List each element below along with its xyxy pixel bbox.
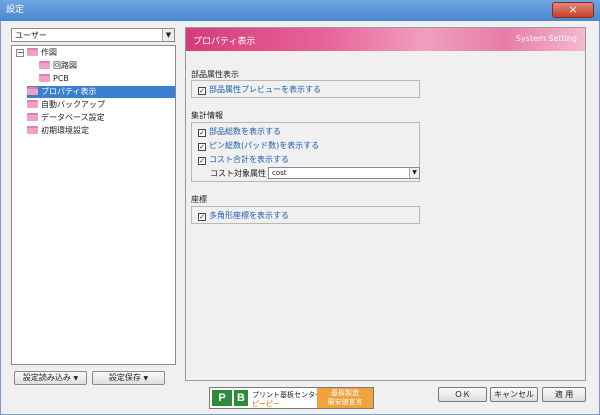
tree-item-label: データベース設定 — [41, 113, 105, 122]
panel-header: プロパティ表示 System Setting — [186, 28, 585, 51]
check-part-attribute-preview[interactable]: ✓ 部品属性プレビューを表示する — [198, 84, 321, 95]
tree-item-pcb[interactable]: PCB — [39, 73, 73, 85]
section-label-summary: 集計情報 — [191, 111, 223, 120]
folder-icon — [27, 100, 38, 108]
folder-icon — [39, 61, 50, 69]
check-label: 部品総数を表示する — [209, 127, 281, 136]
folder-icon — [27, 113, 38, 121]
check-total-pins[interactable]: ✓ ピン総数(パッド数)を表示する — [198, 140, 319, 151]
checkbox-icon[interactable]: ✓ — [198, 157, 206, 165]
check-total-cost[interactable]: ✓ コスト合計を表示する — [198, 154, 289, 165]
check-label: 部品属性プレビューを表示する — [209, 85, 321, 94]
check-label: コスト合計を表示する — [209, 155, 289, 164]
cost-attribute-value: cost — [272, 169, 287, 177]
tree-item-label: 初期環境設定 — [41, 126, 89, 135]
settings-tree: − 作図 回路図 PCB プロパティ表示 自動バックアップ データベース設定 初… — [11, 45, 176, 365]
tree-item-label: プロパティ表示 — [41, 87, 97, 96]
cancel-button[interactable]: キャンセル — [490, 387, 538, 402]
checkbox-icon[interactable]: ✓ — [198, 129, 206, 137]
promo-line-1: 基板製造 — [331, 389, 359, 397]
folder-icon — [27, 87, 38, 95]
checkbox-icon[interactable]: ✓ — [198, 213, 206, 221]
section-label-part-attributes: 部品属性表示 — [191, 70, 239, 79]
ok-button[interactable]: ＯＫ — [438, 387, 487, 402]
checkbox-icon[interactable]: ✓ — [198, 143, 206, 151]
tree-item-schematic[interactable]: 回路図 — [39, 60, 81, 72]
close-icon: × — [568, 3, 578, 16]
tree-item-label: 回路図 — [53, 61, 77, 70]
folder-icon — [39, 74, 50, 82]
logo-promo: 基板製造 最安値宣言 — [317, 388, 373, 408]
tree-item-label: 作図 — [41, 48, 57, 57]
save-settings-label: 設定保存 — [108, 373, 141, 382]
chevron-down-icon: ▼ — [143, 375, 149, 382]
folder-icon — [27, 126, 38, 134]
tree-item-database-settings[interactable]: データベース設定 — [27, 112, 109, 124]
checkbox-icon[interactable]: ✓ — [198, 87, 206, 95]
chevron-down-icon[interactable]: ▼ — [409, 168, 419, 178]
groupbox-summary: ✓ 部品総数を表示する ✓ ピン総数(パッド数)を表示する ✓ コスト合計を表示する … — [191, 122, 420, 182]
save-settings-button[interactable]: 設定保存 ▼ — [92, 371, 165, 385]
title-bar: 設定 × — [0, 0, 600, 21]
page-title: プロパティ表示 — [193, 37, 256, 47]
settings-window: ユーザー ▼ − 作図 回路図 PCB プロパティ表示 自動バックアップ データ… — [0, 21, 600, 415]
tree-item-label: 自動バックアップ — [41, 100, 105, 109]
user-scope-value: ユーザー — [15, 31, 47, 40]
logo-letter-b: B — [234, 390, 248, 406]
property-display-panel: プロパティ表示 System Setting 部品属性表示 ✓ 部品属性プレビュー… — [185, 27, 586, 381]
check-polygon-coordinates[interactable]: ✓ 多角形座標を表示する — [198, 210, 289, 221]
apply-button[interactable]: 適 用 — [542, 387, 586, 402]
load-settings-button[interactable]: 設定読み込み ▼ — [14, 371, 87, 385]
groupbox-coordinates: ✓ 多角形座標を表示する — [191, 206, 420, 224]
tree-expander[interactable]: − — [16, 49, 24, 57]
tree-item-drawing[interactable]: 作図 — [27, 47, 61, 59]
logo-brand-sub: ピーピー — [252, 400, 280, 408]
load-settings-label: 設定読み込み — [22, 373, 71, 382]
tree-item-initial-settings[interactable]: 初期環境設定 — [27, 125, 93, 137]
section-label-coordinates: 座標 — [191, 195, 207, 204]
system-setting-label: System Setting — [515, 34, 577, 43]
tree-item-property-display[interactable]: プロパティ表示 — [27, 86, 175, 98]
cost-attribute-select[interactable]: cost ▼ — [268, 167, 420, 179]
pb-logo-banner[interactable]: P B プリント基板センター ピーピー 基板製造 最安値宣言 — [209, 387, 374, 409]
chevron-down-icon[interactable]: ▼ — [162, 29, 174, 41]
cost-attribute-label: コスト対象属性 — [210, 169, 266, 178]
check-label: ピン総数(パッド数)を表示する — [209, 141, 320, 150]
tree-item-auto-backup[interactable]: 自動バックアップ — [27, 99, 109, 111]
check-total-parts[interactable]: ✓ 部品総数を表示する — [198, 126, 281, 137]
logo-letter-p: P — [212, 390, 232, 406]
close-button[interactable]: × — [552, 2, 594, 18]
window-title: 設定 — [6, 5, 25, 15]
tree-item-label: PCB — [53, 74, 69, 83]
promo-line-2: 最安値宣言 — [327, 398, 363, 406]
check-label: 多角形座標を表示する — [209, 211, 289, 220]
folder-icon — [27, 48, 38, 56]
groupbox-part-attributes: ✓ 部品属性プレビューを表示する — [191, 80, 420, 98]
chevron-down-icon: ▼ — [73, 375, 79, 382]
user-scope-select[interactable]: ユーザー ▼ — [11, 28, 175, 42]
